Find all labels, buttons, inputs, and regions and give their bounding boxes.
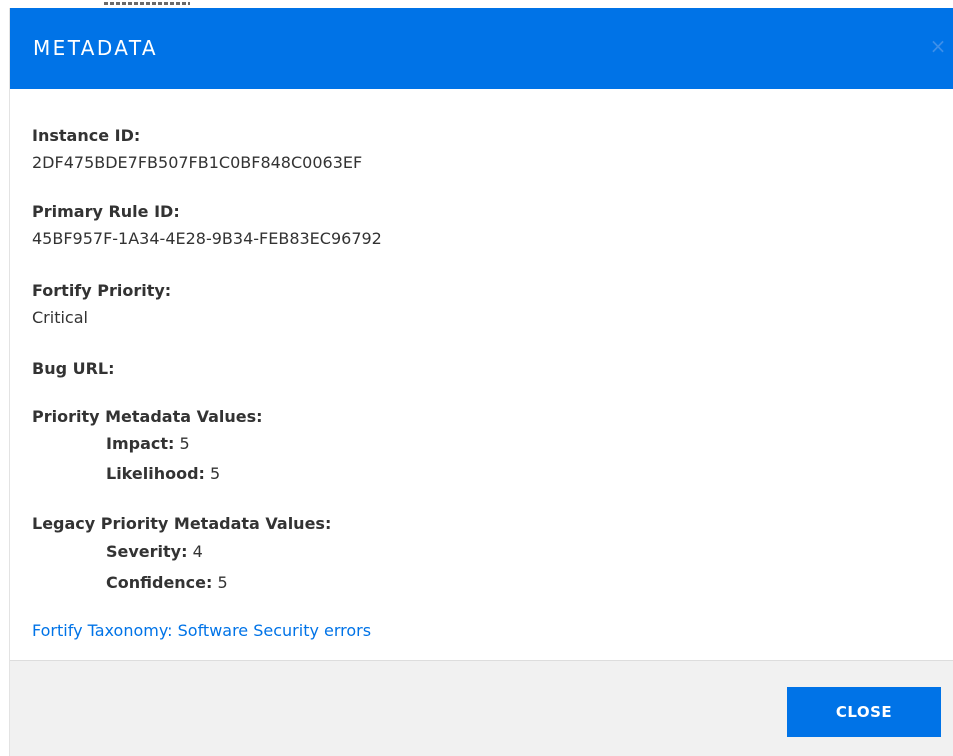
legacy-priority-metadata-field: Legacy Priority Metadata Values: — [32, 514, 331, 534]
close-button[interactable]: CLOSE — [787, 687, 941, 737]
fortify-priority-value: Critical — [32, 308, 88, 327]
instance-id-label: Instance ID: — [32, 126, 141, 145]
severity-label: Severity: — [106, 542, 188, 561]
primary-rule-id-label: Primary Rule ID: — [32, 202, 180, 221]
legacy-priority-metadata-label: Legacy Priority Metadata Values: — [32, 514, 332, 533]
fortify-priority-field: Fortify Priority: Critical — [32, 281, 171, 328]
dialog-title: METADATA — [33, 36, 158, 60]
background-peek — [104, 2, 190, 5]
priority-metadata-label: Priority Metadata Values: — [32, 407, 263, 426]
confidence-row: Confidence: 5 — [106, 573, 228, 593]
dialog-body: Instance ID: 2DF475BDE7FB507FB1C0BF848C0… — [10, 89, 953, 668]
fortify-priority-label: Fortify Priority: — [32, 281, 172, 300]
confidence-value: 5 — [217, 573, 228, 592]
bug-url-field: Bug URL: — [32, 359, 115, 379]
dialog-header: METADATA × — [10, 8, 953, 89]
fortify-taxonomy-link[interactable]: Fortify Taxonomy: Software Security erro… — [32, 621, 371, 641]
page-backdrop: METADATA × Instance ID: 2DF475BDE7FB507F… — [0, 0, 953, 756]
instance-id-value: 2DF475BDE7FB507FB1C0BF848C0063EF — [32, 153, 363, 172]
dialog-footer: CLOSE — [10, 660, 953, 756]
primary-rule-id-field: Primary Rule ID: 45BF957F-1A34-4E28-9B34… — [32, 202, 382, 249]
impact-value: 5 — [179, 434, 190, 453]
bug-url-label: Bug URL: — [32, 359, 115, 378]
instance-id-field: Instance ID: 2DF475BDE7FB507FB1C0BF848C0… — [32, 126, 362, 173]
likelihood-row: Likelihood: 5 — [106, 464, 220, 484]
metadata-dialog: METADATA × Instance ID: 2DF475BDE7FB507F… — [9, 8, 953, 756]
likelihood-label: Likelihood: — [106, 464, 205, 483]
likelihood-value: 5 — [210, 464, 221, 483]
close-icon[interactable]: × — [928, 36, 948, 56]
impact-row: Impact: 5 — [106, 434, 190, 454]
priority-metadata-field: Priority Metadata Values: — [32, 407, 263, 427]
severity-value: 4 — [192, 542, 203, 561]
primary-rule-id-value: 45BF957F-1A34-4E28-9B34-FEB83EC96792 — [32, 229, 382, 248]
impact-label: Impact: — [106, 434, 175, 453]
confidence-label: Confidence: — [106, 573, 213, 592]
severity-row: Severity: 4 — [106, 542, 203, 562]
